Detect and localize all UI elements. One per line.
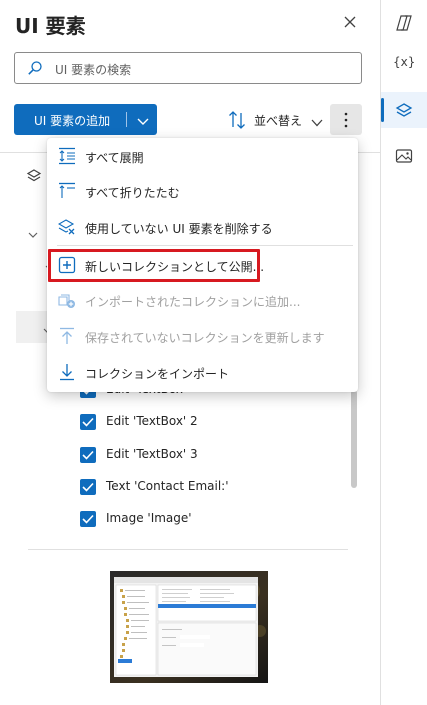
- menu-item-label: コレクションをインポート: [85, 367, 230, 381]
- layers-icon: [395, 103, 413, 117]
- add-to-collection-icon: [58, 291, 76, 309]
- list-item-label: Text 'Contact Email:': [106, 479, 229, 493]
- layers-icon[interactable]: [26, 168, 42, 184]
- checkbox[interactable]: [80, 414, 96, 430]
- variables-icon: {x}: [393, 55, 416, 69]
- list-item-label: Image 'Image': [106, 511, 192, 525]
- menu-item-label: すべて展開: [85, 151, 144, 165]
- search-icon: [27, 60, 43, 76]
- highlight-box: [48, 249, 260, 282]
- copilot-icon: [396, 15, 412, 31]
- list-item-label: Edit 'TextBox' 3: [106, 447, 198, 461]
- add-ui-element-button[interactable]: UI 要素の追加: [14, 104, 157, 135]
- menu-item-label: 保存されていないコレクションを更新します: [85, 331, 325, 345]
- menu-item-label: インポートされたコレクションに追加...: [85, 295, 301, 309]
- right-rail: {x}: [380, 0, 427, 705]
- split-separator: [126, 112, 127, 127]
- remove-unused-icon: [57, 218, 76, 236]
- sort-label: 並べ替え: [254, 114, 303, 128]
- more-options-menu: すべて展開 すべて折りたたむ 使用していない UI 要素を削除する 新しいコレク…: [47, 138, 358, 392]
- sort-icon: [228, 110, 246, 130]
- chevron-down-icon: [310, 114, 324, 127]
- download-icon: [58, 363, 76, 381]
- menu-item-remove-unused[interactable]: 使用していない UI 要素を削除する: [47, 209, 358, 245]
- menu-item-label: すべて折りたたむ: [85, 186, 180, 200]
- menu-item-label: 使用していない UI 要素を削除する: [85, 222, 273, 236]
- close-icon[interactable]: [342, 14, 358, 30]
- menu-item-collapse-all[interactable]: すべて折りたたむ: [47, 173, 358, 209]
- pane-title: UI 要素: [15, 14, 86, 38]
- add-ui-element-label: UI 要素の追加: [34, 114, 111, 128]
- scrollbar-thumb[interactable]: [351, 390, 357, 488]
- expand-all-icon: [58, 147, 76, 165]
- rail-button-variables[interactable]: {x}: [381, 46, 427, 82]
- search-placeholder: UI 要素の検索: [55, 63, 132, 77]
- image-icon: [395, 149, 413, 163]
- preview-divider: [28, 549, 348, 550]
- upload-icon: [58, 327, 76, 345]
- menu-item-expand-all[interactable]: すべて展開: [47, 138, 358, 174]
- chevron-down-icon[interactable]: [136, 113, 150, 127]
- chevron-down-icon[interactable]: [27, 226, 39, 238]
- menu-separator: [57, 245, 353, 246]
- more-options-button[interactable]: [330, 104, 362, 135]
- collapse-all-icon: [58, 182, 76, 200]
- menu-item-update-unsaved-collection[interactable]: 保存されていないコレクションを更新します: [47, 318, 358, 354]
- rail-button-images[interactable]: [381, 137, 427, 173]
- rail-button-ui-elements[interactable]: [381, 92, 427, 128]
- menu-item-import-collection[interactable]: コレクションをインポート: [47, 354, 358, 390]
- checkbox[interactable]: [80, 447, 96, 463]
- list-item-label: Edit 'TextBox' 2: [106, 414, 198, 428]
- element-preview-image: [110, 571, 268, 683]
- checkbox[interactable]: [80, 479, 96, 495]
- checkbox[interactable]: [80, 511, 96, 527]
- more-vertical-icon: [344, 112, 348, 128]
- rail-button-assistant[interactable]: [381, 4, 427, 40]
- search-input[interactable]: UI 要素の検索: [14, 52, 362, 84]
- menu-item-add-to-imported-collection[interactable]: インポートされたコレクションに追加...: [47, 282, 358, 318]
